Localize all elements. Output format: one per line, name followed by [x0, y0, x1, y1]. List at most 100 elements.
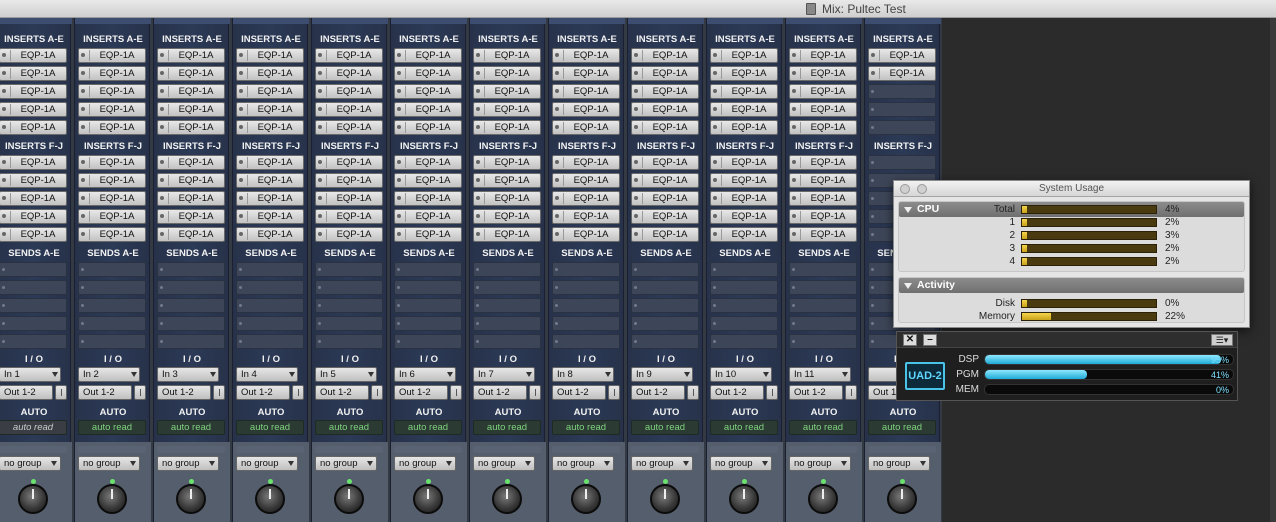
output-options-button[interactable] [687, 385, 699, 400]
insert-bypass-dot[interactable] [160, 196, 164, 200]
empty-send-slot[interactable] [710, 334, 778, 349]
empty-send-slot[interactable] [157, 298, 225, 313]
empty-send-slot[interactable] [473, 316, 541, 331]
insert-bypass-dot[interactable] [2, 53, 6, 57]
insert-slot[interactable]: EQP-1A [631, 48, 699, 63]
insert-slot[interactable]: EQP-1A [631, 191, 699, 206]
insert-bypass-dot[interactable] [160, 178, 164, 182]
insert-bypass-dot[interactable] [81, 125, 85, 129]
insert-slot[interactable]: EQP-1A [157, 120, 225, 135]
insert-slot[interactable]: EQP-1A [473, 66, 541, 81]
insert-slot[interactable]: EQP-1A [789, 173, 857, 188]
insert-bypass-dot[interactable] [713, 196, 717, 200]
insert-slot[interactable]: EQP-1A [394, 120, 462, 135]
group-selector[interactable]: no group [0, 456, 61, 471]
empty-send-slot[interactable] [789, 298, 857, 313]
insert-bypass-dot[interactable] [397, 196, 401, 200]
insert-bypass-dot[interactable] [555, 178, 559, 182]
insert-bypass-dot[interactable] [239, 107, 243, 111]
insert-bypass-dot[interactable] [476, 196, 480, 200]
insert-bypass-dot[interactable] [318, 178, 322, 182]
output-options-button[interactable] [55, 385, 67, 400]
insert-slot[interactable]: EQP-1A [236, 155, 304, 170]
insert-slot[interactable]: EQP-1A [236, 48, 304, 63]
insert-slot[interactable]: EQP-1A [236, 66, 304, 81]
insert-bypass-dot[interactable] [160, 107, 164, 111]
group-selector[interactable]: no group [552, 456, 614, 471]
insert-bypass-dot[interactable] [318, 196, 322, 200]
automation-mode-selector[interactable]: auto read [236, 420, 304, 435]
insert-bypass-dot[interactable] [397, 178, 401, 182]
empty-insert-slot[interactable] [868, 155, 936, 170]
insert-bypass-dot[interactable] [239, 89, 243, 93]
insert-bypass-dot[interactable] [634, 160, 638, 164]
insert-slot[interactable]: EQP-1A [394, 155, 462, 170]
insert-bypass-dot[interactable] [239, 53, 243, 57]
output-selector[interactable]: Out 1-2 [552, 385, 606, 400]
insert-slot[interactable]: EQP-1A [710, 102, 778, 117]
empty-send-slot[interactable] [631, 316, 699, 331]
insert-bypass-dot[interactable] [318, 71, 322, 75]
insert-slot[interactable]: EQP-1A [394, 84, 462, 99]
insert-slot[interactable]: EQP-1A [78, 209, 146, 224]
pan-knob[interactable] [176, 484, 206, 514]
insert-slot[interactable]: EQP-1A [394, 227, 462, 242]
group-selector[interactable]: no group [631, 456, 693, 471]
insert-bypass-dot[interactable] [476, 89, 480, 93]
insert-bypass-dot[interactable] [318, 53, 322, 57]
empty-send-slot[interactable] [789, 316, 857, 331]
insert-bypass-dot[interactable] [476, 71, 480, 75]
insert-slot[interactable]: EQP-1A [157, 66, 225, 81]
insert-slot[interactable]: EQP-1A [78, 120, 146, 135]
group-selector[interactable]: no group [78, 456, 140, 471]
insert-slot[interactable]: EQP-1A [78, 48, 146, 63]
insert-slot[interactable]: EQP-1A [0, 173, 67, 188]
pan-knob[interactable] [571, 484, 601, 514]
insert-bypass-dot[interactable] [555, 196, 559, 200]
empty-send-slot[interactable] [0, 316, 67, 331]
insert-bypass-dot[interactable] [792, 196, 796, 200]
input-selector[interactable]: In 10 [710, 367, 772, 382]
insert-bypass-dot[interactable] [555, 214, 559, 218]
insert-slot[interactable]: EQP-1A [710, 209, 778, 224]
empty-send-slot[interactable] [710, 316, 778, 331]
insert-bypass-dot[interactable] [871, 53, 875, 57]
insert-bypass-dot[interactable] [634, 214, 638, 218]
insert-bypass-dot[interactable] [318, 232, 322, 236]
window-title-bar[interactable]: Mix: Pultec Test [0, 0, 1276, 18]
insert-bypass-dot[interactable] [476, 107, 480, 111]
output-options-button[interactable] [608, 385, 620, 400]
insert-bypass-dot[interactable] [2, 232, 6, 236]
insert-bypass-dot[interactable] [634, 232, 638, 236]
automation-mode-selector[interactable]: auto read [631, 420, 699, 435]
empty-send-slot[interactable] [473, 334, 541, 349]
insert-bypass-dot[interactable] [160, 214, 164, 218]
insert-bypass-dot[interactable] [318, 89, 322, 93]
insert-slot[interactable]: EQP-1A [78, 155, 146, 170]
insert-bypass-dot[interactable] [476, 160, 480, 164]
insert-bypass-dot[interactable] [713, 232, 717, 236]
empty-send-slot[interactable] [0, 262, 67, 277]
insert-bypass-dot[interactable] [239, 178, 243, 182]
empty-send-slot[interactable] [552, 298, 620, 313]
insert-bypass-dot[interactable] [160, 53, 164, 57]
system-usage-title-bar[interactable]: System Usage [894, 181, 1249, 197]
insert-slot[interactable]: EQP-1A [157, 102, 225, 117]
insert-bypass-dot[interactable] [81, 53, 85, 57]
insert-bypass-dot[interactable] [713, 71, 717, 75]
output-options-button[interactable] [134, 385, 146, 400]
empty-send-slot[interactable] [473, 298, 541, 313]
empty-insert-slot[interactable] [868, 84, 936, 99]
insert-slot[interactable]: EQP-1A [789, 84, 857, 99]
insert-bypass-dot[interactable] [318, 107, 322, 111]
insert-slot[interactable]: EQP-1A [789, 191, 857, 206]
automation-mode-selector[interactable]: auto read [473, 420, 541, 435]
input-selector[interactable]: In 5 [315, 367, 377, 382]
insert-bypass-dot[interactable] [634, 71, 638, 75]
pan-knob[interactable] [413, 484, 443, 514]
insert-slot[interactable]: EQP-1A [315, 48, 383, 63]
insert-slot[interactable]: EQP-1A [78, 173, 146, 188]
group-selector[interactable]: no group [868, 456, 930, 471]
insert-bypass-dot[interactable] [81, 71, 85, 75]
insert-slot[interactable]: EQP-1A [868, 48, 936, 63]
